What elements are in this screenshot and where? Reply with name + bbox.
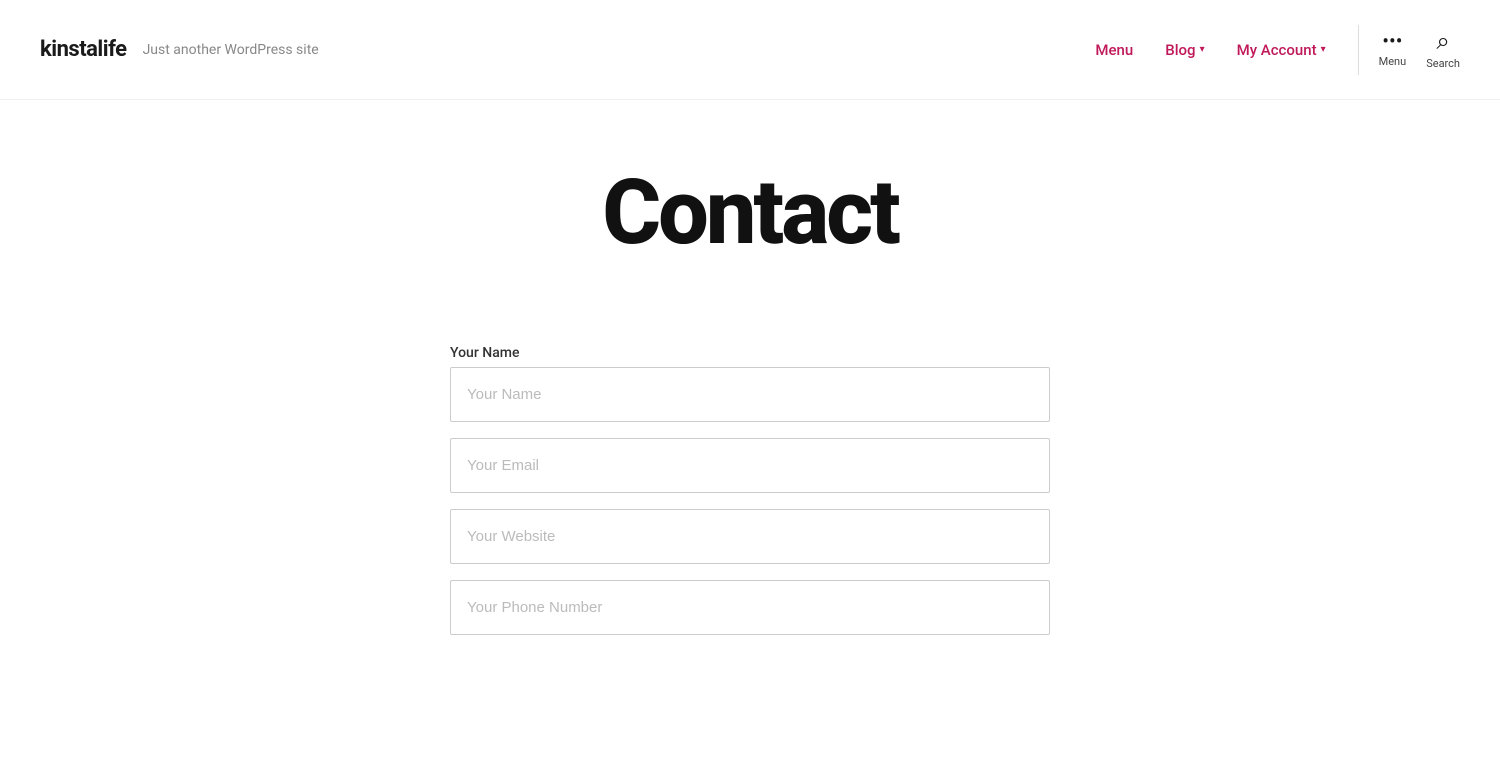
blog-chevron-icon: ▾ [1200,44,1205,55]
my-account-chevron-icon: ▾ [1321,44,1326,55]
name-label: Your Name [450,345,1050,361]
page-title: Contact [602,160,898,265]
site-header: kinstalife Just another WordPress site M… [0,0,1500,100]
website-form-group [450,509,1050,564]
search-icon: ⌕ [1436,29,1449,53]
contact-form: Your Name [450,345,1050,651]
header-right: Menu Blog ▾ My Account ▾ ••• Menu ⌕ Sear… [1083,25,1460,75]
email-form-group [450,438,1050,493]
menu-action[interactable]: ••• Menu [1379,31,1407,68]
website-input[interactable] [450,509,1050,564]
menu-dots-icon: ••• [1382,31,1402,51]
name-form-group: Your Name [450,345,1050,422]
search-action[interactable]: ⌕ Search [1426,29,1460,70]
main-content: Contact Your Name [0,100,1500,691]
nav-menu[interactable]: Menu [1083,33,1145,67]
nav-my-account[interactable]: My Account ▾ [1225,33,1338,67]
nav-blog[interactable]: Blog ▾ [1153,33,1216,67]
email-input[interactable] [450,438,1050,493]
name-input[interactable] [450,367,1050,422]
primary-nav: Menu Blog ▾ My Account ▾ [1083,33,1337,67]
site-tagline: Just another WordPress site [143,42,319,58]
phone-form-group [450,580,1050,635]
header-left: kinstalife Just another WordPress site [40,37,319,62]
header-divider [1358,25,1359,75]
header-actions: ••• Menu ⌕ Search [1379,29,1460,70]
site-title[interactable]: kinstalife [40,37,127,62]
phone-input[interactable] [450,580,1050,635]
